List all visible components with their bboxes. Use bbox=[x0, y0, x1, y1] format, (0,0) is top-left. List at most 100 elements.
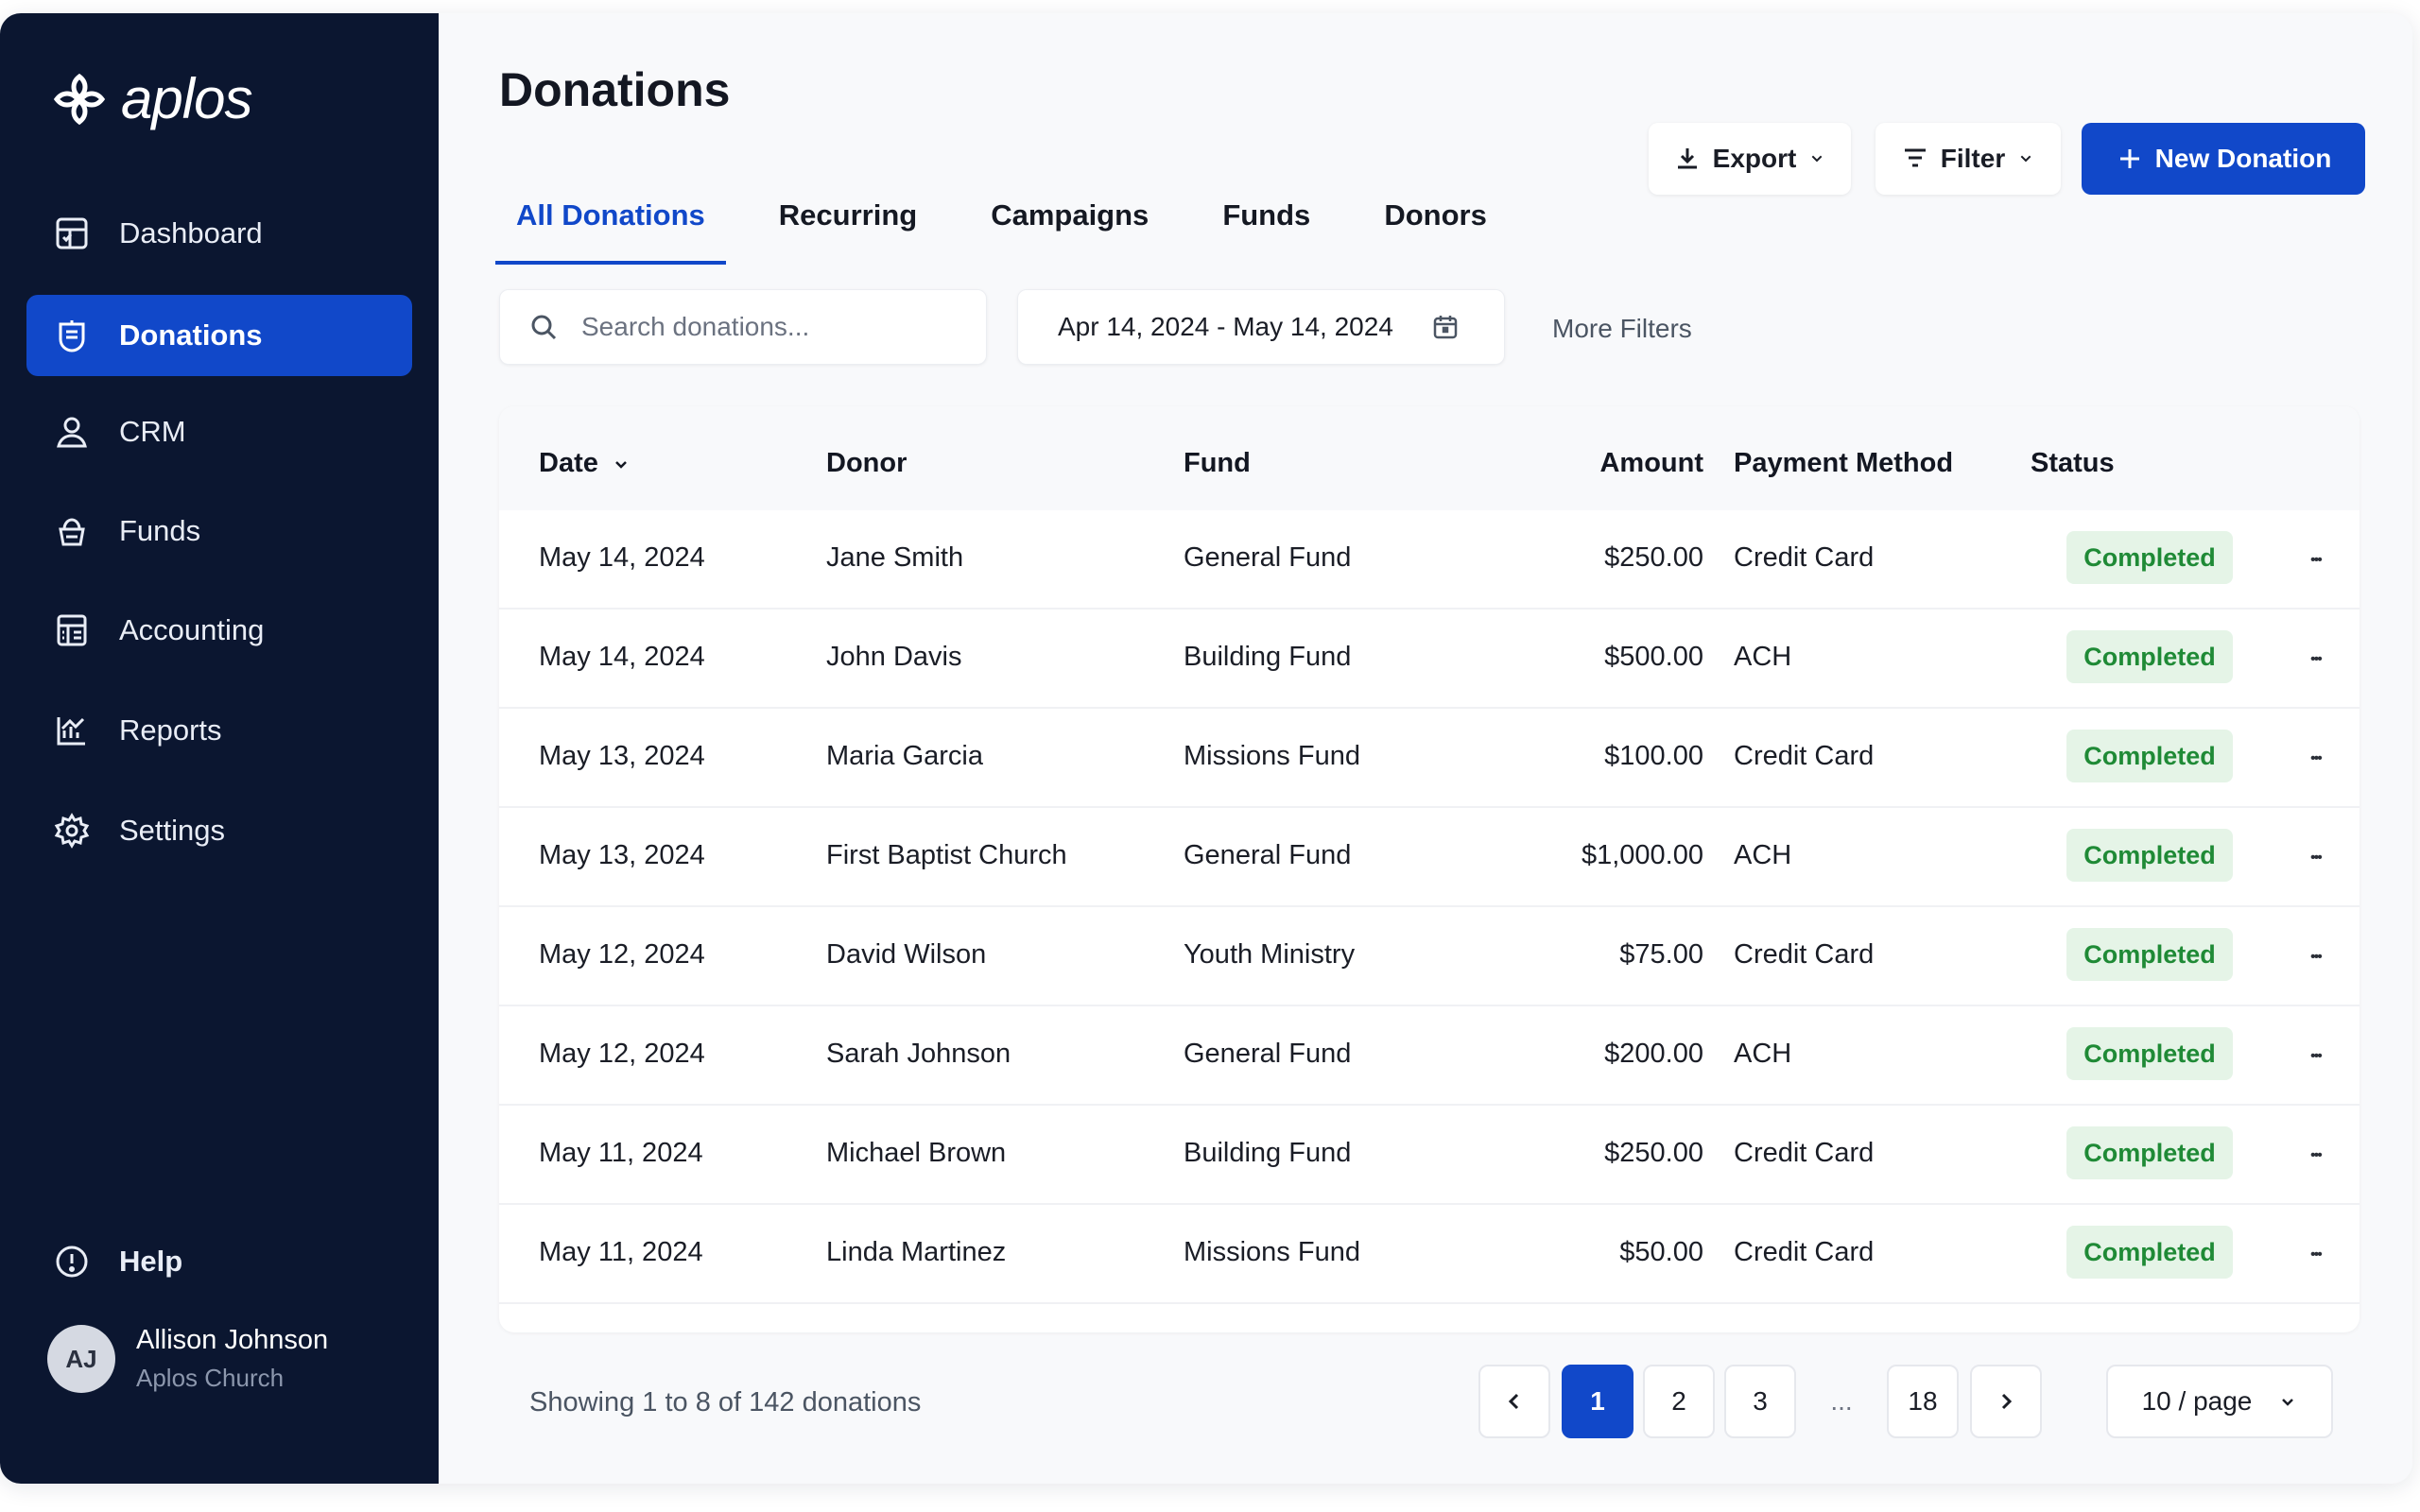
cell-donor: Sarah Johnson bbox=[826, 1039, 1011, 1069]
table-row[interactable]: May 14, 2024 Jane Smith General Fund $250.0… bbox=[499, 510, 2360, 610]
new-donation-button[interactable]: New Donation bbox=[2082, 123, 2365, 195]
cell-date: May 13, 2024 bbox=[539, 741, 705, 771]
sidebar-item-donations[interactable]: Donations bbox=[26, 295, 412, 376]
page-size-select[interactable]: 10 / page bbox=[2106, 1365, 2333, 1438]
sidebar-item-accounting[interactable]: Accounting bbox=[26, 590, 412, 671]
sidebar-item-dashboard[interactable]: Dashboard bbox=[26, 193, 412, 274]
column-header-status[interactable]: Status bbox=[2031, 448, 2115, 479]
cell-payment-method: ACH bbox=[1734, 1039, 1792, 1069]
cell-donor: David Wilson bbox=[826, 939, 987, 970]
tab-campaigns[interactable]: Campaigns bbox=[970, 198, 1169, 265]
cell-payment-method: ACH bbox=[1734, 642, 1792, 672]
sidebar-item-label: Reports bbox=[119, 713, 222, 747]
cell-date: May 14, 2024 bbox=[539, 542, 705, 573]
cell-amount: $1,000.00 bbox=[1581, 840, 1703, 870]
sidebar-item-reports[interactable]: Reports bbox=[26, 690, 412, 771]
export-label: Export bbox=[1712, 144, 1797, 173]
more-filters-link[interactable]: More Filters bbox=[1552, 314, 1692, 344]
next-page-button[interactable] bbox=[1970, 1365, 2042, 1438]
date-range-picker[interactable]: Apr 14, 2024 - May 14, 2024 bbox=[1017, 289, 1505, 365]
row-actions-menu-icon[interactable]: ••• bbox=[2310, 1147, 2323, 1164]
cell-payment-method: Credit Card bbox=[1734, 741, 1875, 771]
table-row[interactable]: May 14, 2024 John Davis Building Fund $500.… bbox=[499, 610, 2360, 709]
row-actions-menu-icon[interactable]: ••• bbox=[2310, 651, 2323, 668]
chevron-down-icon bbox=[2282, 1399, 2294, 1406]
user-profile[interactable]: AJ Allison Johnson Aplos Church bbox=[47, 1325, 328, 1393]
table-row[interactable]: May 12, 2024 Sarah Johnson General Fund $20… bbox=[499, 1006, 2360, 1106]
sidebar-item-settings[interactable]: Settings bbox=[26, 790, 412, 871]
cell-donor: John Davis bbox=[826, 642, 962, 672]
page-size-value: 10 / page bbox=[2141, 1386, 2253, 1416]
row-actions-menu-icon[interactable]: ••• bbox=[2310, 552, 2323, 569]
row-actions-menu-icon[interactable]: ••• bbox=[2310, 850, 2323, 867]
sidebar-item-label: CRM bbox=[119, 415, 186, 448]
tab-all-donations[interactable]: All Donations bbox=[495, 198, 726, 265]
table-row[interactable]: May 13, 2024 Maria Garcia Missions Fund $10… bbox=[499, 709, 2360, 808]
column-header-fund[interactable]: Fund bbox=[1184, 448, 1251, 479]
column-label: Amount bbox=[1599, 448, 1703, 478]
page-1-button[interactable]: 1 bbox=[1562, 1365, 1634, 1438]
sidebar: aplos Dashboard Donations CRM Funds Acco… bbox=[0, 13, 439, 1484]
search-input[interactable]: Search donations... bbox=[499, 289, 987, 365]
table-row[interactable]: May 11, 2024 Michael Brown Building Fund $2… bbox=[499, 1106, 2360, 1205]
filter-button[interactable]: Filter bbox=[1876, 123, 2061, 195]
cell-fund: Missions Fund bbox=[1184, 741, 1360, 771]
cell-fund: General Fund bbox=[1184, 542, 1352, 573]
page-18-button[interactable]: 18 bbox=[1887, 1365, 1959, 1438]
column-label: Date bbox=[539, 448, 598, 478]
search-placeholder: Search donations... bbox=[581, 312, 810, 341]
column-header-payment-method[interactable]: Payment Method bbox=[1734, 448, 1953, 479]
cell-date: May 11, 2024 bbox=[539, 1237, 703, 1267]
chevron-down-icon bbox=[2020, 155, 2031, 163]
page-3-button[interactable]: 3 bbox=[1724, 1365, 1796, 1438]
cell-amount: $200.00 bbox=[1604, 1039, 1703, 1069]
table-row[interactable]: May 13, 2024 First Baptist Church General … bbox=[499, 808, 2360, 907]
cell-fund: Youth Ministry bbox=[1184, 939, 1356, 970]
table-row[interactable]: May 12, 2024 David Wilson Youth Ministry $7… bbox=[499, 907, 2360, 1006]
cell-payment-method: Credit Card bbox=[1734, 939, 1875, 970]
cell-fund: Missions Fund bbox=[1184, 1237, 1360, 1267]
row-actions-menu-icon[interactable]: ••• bbox=[2310, 750, 2323, 767]
sidebar-item-crm[interactable]: CRM bbox=[26, 391, 412, 472]
date-range-value: Apr 14, 2024 - May 14, 2024 bbox=[1058, 312, 1393, 341]
sidebar-item-funds[interactable]: Funds bbox=[26, 490, 412, 572]
tab-recurring[interactable]: Recurring bbox=[758, 198, 938, 265]
plus-icon bbox=[2119, 149, 2139, 168]
sidebar-item-help[interactable]: Help bbox=[26, 1221, 412, 1302]
row-actions-menu-icon[interactable]: ••• bbox=[2310, 1048, 2323, 1065]
sidebar-item-label: Settings bbox=[119, 814, 226, 847]
cell-payment-method: ACH bbox=[1734, 840, 1792, 870]
filter-icon bbox=[1904, 148, 1926, 167]
chevron-down-icon bbox=[1811, 155, 1823, 163]
chevron-right-icon bbox=[2001, 1393, 2013, 1410]
page-2-button[interactable]: 2 bbox=[1643, 1365, 1715, 1438]
status-badge: Completed bbox=[2066, 1226, 2233, 1279]
user-icon bbox=[57, 417, 87, 448]
column-header-amount[interactable]: Amount bbox=[1501, 448, 1703, 479]
status-badge: Completed bbox=[2066, 630, 2233, 683]
sidebar-item-label: Accounting bbox=[119, 613, 265, 646]
cell-amount: $75.00 bbox=[1619, 939, 1703, 970]
new-donation-label: New Donation bbox=[2154, 144, 2332, 173]
cell-date: May 12, 2024 bbox=[539, 1039, 705, 1069]
cell-fund: General Fund bbox=[1184, 1039, 1352, 1069]
cell-amount: $250.00 bbox=[1604, 1138, 1703, 1168]
help-icon bbox=[56, 1246, 88, 1278]
column-header-date[interactable]: Date bbox=[539, 448, 631, 479]
donations-table: Date Donor Fund Amount Payment Method St… bbox=[499, 406, 2360, 1332]
row-actions-menu-icon[interactable]: ••• bbox=[2310, 1246, 2323, 1263]
tab-donors[interactable]: Donors bbox=[1363, 198, 1508, 265]
export-button[interactable]: Export bbox=[1649, 123, 1851, 195]
cell-payment-method: Credit Card bbox=[1734, 1237, 1875, 1267]
table-header: Date Donor Fund Amount Payment Method St… bbox=[499, 406, 2360, 510]
chevron-left-icon bbox=[1508, 1393, 1519, 1410]
pagination-ellipsis: ... bbox=[1830, 1386, 1853, 1416]
table-row[interactable]: May 11, 2024 Linda Martinez Missions Fund $… bbox=[499, 1205, 2360, 1304]
column-header-donor[interactable]: Donor bbox=[826, 448, 907, 479]
prev-page-button[interactable] bbox=[1478, 1365, 1550, 1438]
tab-funds[interactable]: Funds bbox=[1201, 198, 1331, 265]
cell-donor: First Baptist Church bbox=[826, 840, 1067, 870]
logo[interactable]: aplos bbox=[49, 66, 252, 131]
row-actions-menu-icon[interactable]: ••• bbox=[2310, 949, 2323, 966]
sidebar-item-label: Dashboard bbox=[119, 216, 263, 249]
